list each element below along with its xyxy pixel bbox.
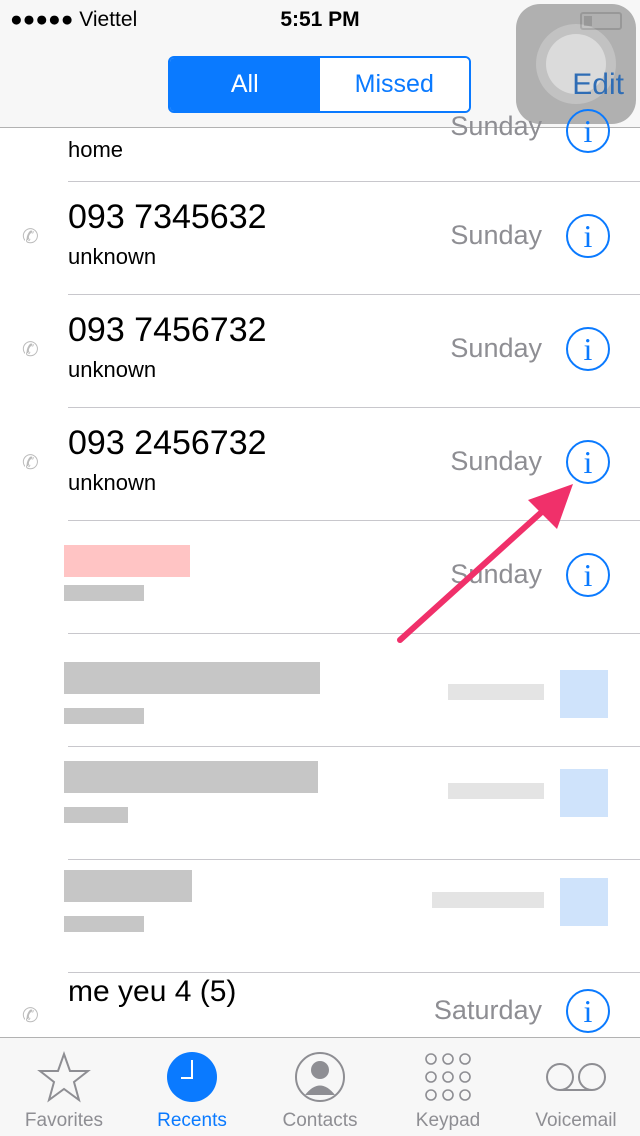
clock-icon — [165, 1050, 219, 1104]
tab-label: Keypad — [415, 1110, 481, 1131]
person-icon — [293, 1050, 347, 1104]
tab-label: Favorites — [24, 1110, 104, 1131]
tab-recents[interactable]: Recents — [128, 1038, 256, 1136]
annotation-arrow — [397, 484, 573, 643]
keypad-icon — [421, 1050, 475, 1104]
star-icon — [37, 1050, 91, 1104]
tab-bar: Favorites Recents Contacts Keypad Voicem… — [0, 1037, 640, 1136]
tab-label: Voicemail — [535, 1110, 617, 1131]
tab-label: Contacts — [282, 1110, 358, 1131]
tab-keypad[interactable]: Keypad — [384, 1038, 512, 1136]
voicemail-icon — [546, 1050, 606, 1104]
tab-favorites[interactable]: Favorites — [0, 1038, 128, 1136]
tab-label: Recents — [157, 1110, 227, 1131]
tab-contacts[interactable]: Contacts — [256, 1038, 384, 1136]
tab-voicemail[interactable]: Voicemail — [512, 1038, 640, 1136]
